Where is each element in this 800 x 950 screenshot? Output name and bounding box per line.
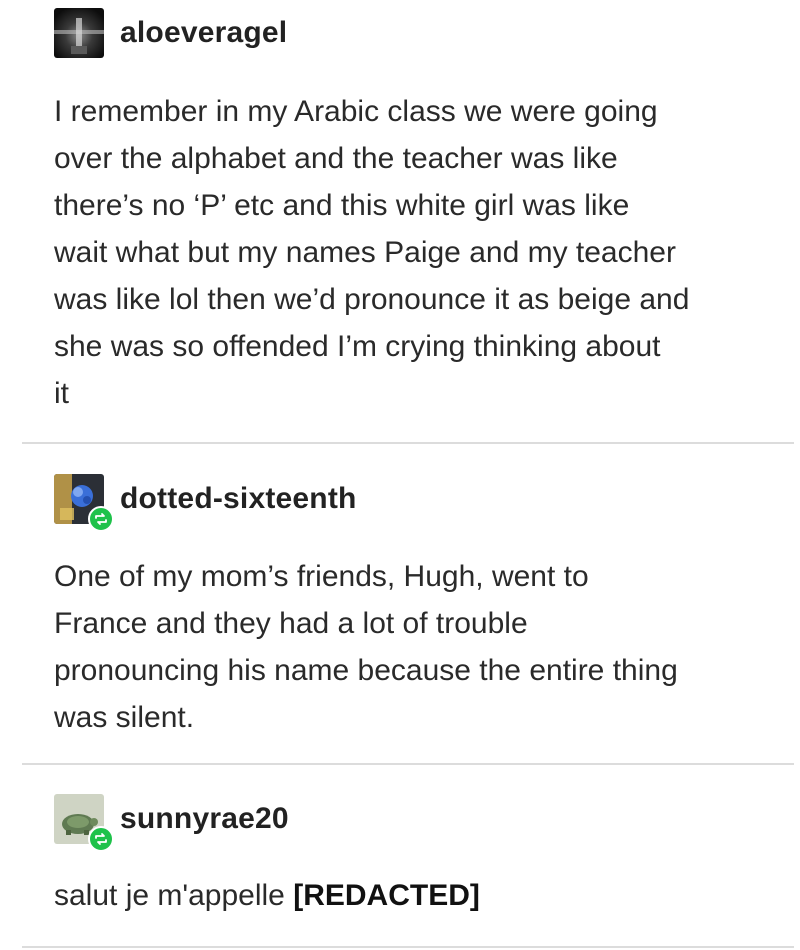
post-header: aloeveragel — [54, 8, 287, 58]
post-body: salut je m'appelle [REDACTED] — [54, 872, 774, 919]
post-body: One of my mom’s friends, Hugh, went to F… — [54, 560, 678, 734]
avatar[interactable] — [54, 794, 114, 852]
username[interactable]: sunnyrae20 — [120, 802, 289, 836]
post-header: sunnyrae20 — [54, 794, 289, 852]
reblog-icon — [88, 826, 114, 852]
divider — [22, 763, 794, 765]
divider — [22, 442, 794, 444]
username[interactable]: aloeveragel — [120, 16, 287, 50]
avatar[interactable] — [54, 474, 114, 532]
post-header: dotted-sixteenth — [54, 474, 357, 532]
redacted-text: [REDACTED] — [293, 879, 480, 912]
reblog-icon — [88, 506, 114, 532]
post-body: I remember in my Arabic class we were go… — [54, 95, 690, 410]
dark-figure-avatar-icon — [54, 8, 104, 58]
username[interactable]: dotted-sixteenth — [120, 482, 357, 516]
post-body-text: salut je m'appelle — [54, 879, 294, 912]
divider — [22, 946, 794, 948]
avatar[interactable] — [54, 8, 104, 58]
